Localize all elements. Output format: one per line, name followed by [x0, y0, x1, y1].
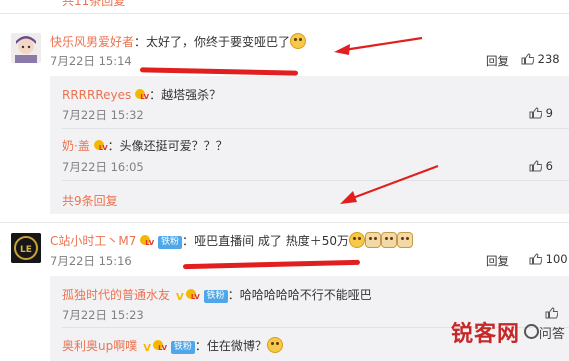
- reply-text: 哈哈哈哈哈不行不能哑巴: [239, 288, 372, 302]
- comment-timestamp: 7月22日 15:14: [50, 54, 132, 68]
- reply-timestamp: 7月22日 15:23: [62, 308, 144, 322]
- reply-separator: ：: [194, 339, 207, 353]
- reply-text: 住在微博？: [206, 339, 267, 353]
- annotation-arrow: [334, 36, 423, 55]
- more-replies-link-top[interactable]: 共11条回复: [62, 0, 125, 9]
- reply-timestamp: 7月22日 16:05: [62, 160, 144, 174]
- reply-timestamp: 7月22日 15:32: [62, 108, 144, 122]
- reply-line: 奶·盖 LV ：头像还挺可爱？？？: [62, 137, 228, 154]
- reply-username[interactable]: 奥利奥up啊噗: [62, 339, 137, 353]
- vip-v-icon: V: [143, 343, 151, 354]
- level-badge-icon: LV: [153, 340, 167, 352]
- reply-line: 孤独时代的普通水友 V LV 铁粉 ：哈哈哈哈哈不行不能哑巴: [62, 286, 372, 304]
- comment-text: 太好了，你终于要变哑巴了: [146, 35, 291, 49]
- comment-line: C站小时工丶M7 LV 铁粉 ：哑巴直播间 成了 热度＋50万: [50, 232, 413, 249]
- dog-emoji-icon: [380, 232, 397, 248]
- like-count: 6: [545, 159, 553, 173]
- comment-line: 快乐风男爱好者：太好了，你终于要变哑巴了: [50, 33, 307, 50]
- reply-username[interactable]: RRRRReyes: [62, 88, 131, 102]
- fan-badge: 铁粉: [158, 236, 183, 249]
- divider: [0, 13, 569, 14]
- like-count: 9: [545, 106, 553, 120]
- vip-v-icon: V: [175, 292, 184, 303]
- comment-username[interactable]: C站小时工丶M7: [50, 234, 136, 248]
- like-button[interactable]: 6: [529, 159, 553, 173]
- like-count: 100: [545, 252, 568, 266]
- level-badge-icon: LV: [135, 89, 149, 101]
- reply-button[interactable]: 回复: [486, 53, 509, 69]
- reply-text: 头像还挺可爱？？？: [119, 139, 228, 153]
- watermark: 锐客网 问答: [451, 316, 565, 348]
- comment-separator: ：: [134, 35, 147, 49]
- chat-bubble-icon: [523, 324, 539, 339]
- divider: [62, 128, 569, 129]
- watermark-suffix: 问答: [538, 327, 565, 342]
- emoji-icon: [348, 232, 365, 248]
- level-badge-icon: LV: [140, 235, 154, 247]
- like-button[interactable]: 238: [521, 52, 560, 66]
- thumbs-up-icon: [529, 253, 542, 265]
- level-badge-icon: LV: [93, 140, 108, 152]
- like-button[interactable]: 100: [529, 252, 568, 266]
- thumbs-up-icon: [529, 160, 542, 172]
- reply-text: 越塔强杀？: [161, 88, 222, 102]
- reply-separator: ：: [149, 88, 162, 102]
- reply-username[interactable]: 孤独时代的普通水友: [62, 288, 170, 302]
- fan-badge: 铁粉: [203, 290, 228, 303]
- divider: [62, 180, 569, 181]
- emoji-icon: [266, 337, 283, 353]
- watermark-brand: 锐客网: [451, 322, 521, 347]
- reply-separator: ：: [107, 139, 120, 153]
- like-button[interactable]: 9: [529, 106, 553, 120]
- avatar-image: [11, 33, 41, 63]
- avatar[interactable]: LE: [11, 233, 41, 263]
- fan-badge: 铁粉: [170, 341, 195, 354]
- reply-line: RRRRReyes LV ：越塔强杀？: [62, 86, 221, 103]
- comment-text: 哑巴直播间 成了 热度＋50万: [194, 234, 349, 248]
- more-replies-link[interactable]: 共9条回复: [62, 192, 118, 209]
- reply-button[interactable]: 回复: [486, 253, 509, 269]
- annotation-underline: [182, 259, 361, 270]
- comment-timestamp: 7月22日 15:16: [50, 254, 132, 268]
- level-badge-icon: LV: [185, 289, 200, 301]
- like-count: 238: [537, 52, 560, 66]
- dog-emoji-icon: [396, 232, 413, 248]
- avatar[interactable]: [11, 33, 41, 63]
- emoji-icon: [290, 33, 307, 49]
- annotation-underline: [139, 67, 299, 76]
- comment-separator: ：: [182, 234, 195, 248]
- thumbs-up-icon: [529, 107, 542, 119]
- annotation-arrow: [340, 164, 439, 204]
- divider: [0, 222, 569, 223]
- comment-username[interactable]: 快乐风男爱好者: [50, 35, 134, 49]
- reply-line: 奥利奥up啊噗 V LV 铁粉 ：住在微博？: [62, 337, 283, 355]
- dog-emoji-icon: [364, 232, 381, 248]
- reply-separator: ：: [227, 288, 240, 302]
- avatar-image: LE: [11, 233, 41, 263]
- svg-text:LE: LE: [20, 245, 32, 255]
- thumbs-up-icon: [521, 53, 534, 65]
- reply-username[interactable]: 奶·盖: [62, 139, 90, 153]
